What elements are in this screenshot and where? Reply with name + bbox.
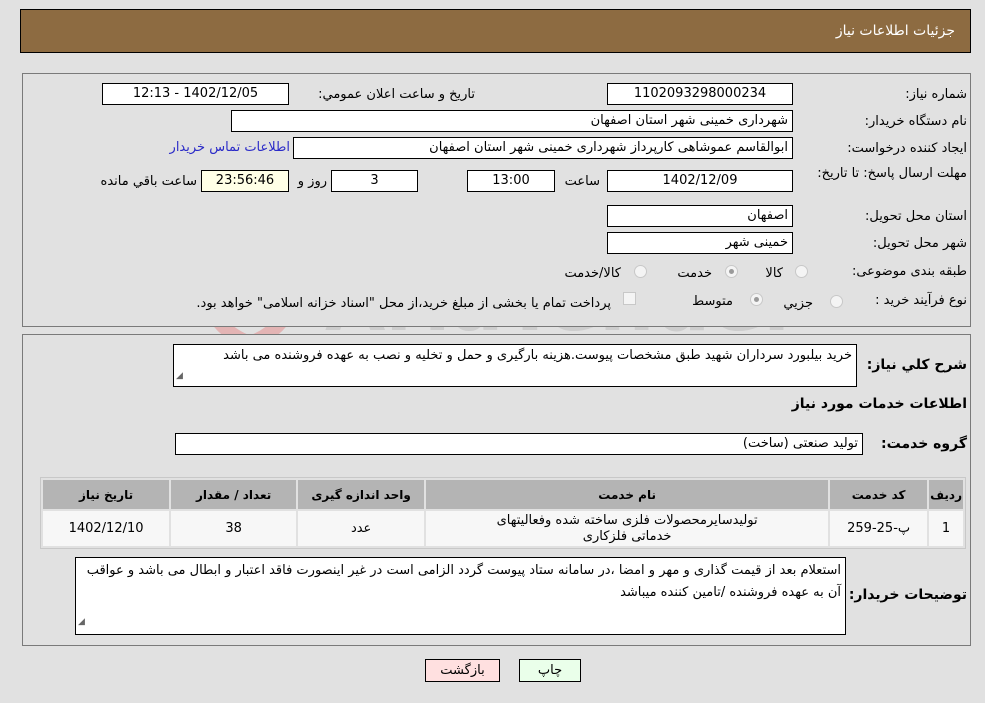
col-header-code: كد خدمت	[830, 480, 928, 509]
services-table: رديف كد خدمت نام خدمت واحد اندازه گيری ت…	[40, 477, 966, 549]
cell-code: پ-25-259	[830, 511, 928, 546]
deadline-time-label: ساعت	[564, 174, 600, 189]
services-section-title: اطلاعات خدمات مورد نياز	[791, 396, 967, 412]
cell-name: تولیدسایرمحصولات فلزی ساخته شده وفعالیته…	[426, 511, 829, 546]
col-header-date: تاريخ نياز	[43, 480, 170, 509]
deadline-date-field[interactable]: 1402/12/09	[607, 170, 793, 192]
purchase-option-minor: جزيي	[783, 296, 813, 311]
table-row: 1 پ-25-259 تولیدسایرمحصولات فلزی ساخته ش…	[43, 511, 963, 546]
buyer-org-label: نام دستگاه خريدار:	[864, 114, 967, 129]
requester-field[interactable]: ابوالقاسم عموشاهی کارپرداز شهرداری خمینی…	[293, 137, 793, 159]
back-button[interactable]: بازگشت	[425, 659, 500, 682]
resize-grip-icon[interactable]: ◢	[78, 611, 85, 633]
days-label: روز و	[297, 174, 327, 189]
buyer-notes-textarea[interactable]: استعلام بعد از قیمت گذاری و مهر و امضا ،…	[75, 557, 846, 635]
category-option-goods-service: کالا/خدمت	[564, 266, 621, 281]
buyer-notes-text: استعلام بعد از قیمت گذاری و مهر و امضا ،…	[86, 563, 841, 600]
description-label: شرح كلي نياز:	[866, 357, 967, 373]
cell-index: 1	[929, 511, 963, 546]
category-option-goods: کالا	[765, 266, 783, 281]
days-remaining-field[interactable]: 3	[331, 170, 418, 192]
category-radio-service[interactable]	[725, 265, 738, 278]
page-title: جزئیات اطلاعات نیاز	[835, 23, 955, 39]
buyer-contact-link[interactable]: اطلاعات تماس خريدار	[170, 140, 290, 155]
category-radio-goods[interactable]	[795, 265, 808, 278]
col-header-name: نام خدمت	[426, 480, 829, 509]
treasury-payment-checkbox[interactable]	[623, 292, 636, 305]
announce-datetime-label: تاريخ و ساعت اعلان عمومي:	[318, 87, 475, 102]
delivery-province-label: استان محل تحويل:	[865, 209, 967, 224]
buyer-org-field[interactable]: شهرداری خمینی شهر استان اصفهان	[231, 110, 793, 132]
cell-date: 1402/12/10	[43, 511, 170, 546]
category-radio-goods-service[interactable]	[634, 265, 647, 278]
purchase-radio-minor[interactable]	[830, 295, 843, 308]
requester-label: ايجاد كننده درخواست:	[847, 141, 967, 156]
treasury-payment-note: پرداخت تمام يا بخشی از مبلغ خريد،از محل …	[196, 296, 611, 311]
announce-datetime-field[interactable]: 1402/12/05 - 12:13	[102, 83, 289, 105]
description-text: خريد بيلبورد سرداران شهيد طبق مشخصات پيو…	[223, 348, 852, 363]
cell-unit: عدد	[298, 511, 425, 546]
category-option-service: خدمت	[677, 266, 712, 281]
time-remaining-field: 23:56:46	[201, 170, 289, 192]
delivery-province-field[interactable]: اصفهان	[607, 205, 793, 227]
page-header: جزئیات اطلاعات نیاز	[20, 9, 971, 53]
resize-grip-icon[interactable]: ◢	[176, 368, 183, 385]
deadline-label: مهلت ارسال پاسخ: تا تاريخ:	[817, 166, 967, 181]
col-header-qty: تعداد / مقدار	[171, 480, 297, 509]
purchase-option-medium: متوسط	[692, 294, 733, 309]
category-label: طبقه بندی موضوعی:	[851, 264, 967, 279]
description-textarea[interactable]: خريد بيلبورد سرداران شهيد طبق مشخصات پيو…	[173, 344, 857, 387]
col-header-unit: واحد اندازه گيری	[298, 480, 425, 509]
service-group-label: گروه خدمت:	[881, 436, 967, 452]
table-header-row: رديف كد خدمت نام خدمت واحد اندازه گيری ت…	[43, 480, 963, 509]
delivery-city-label: شهر محل تحويل:	[872, 236, 967, 251]
purchase-type-label: نوع فرآيند خريد :	[875, 293, 967, 308]
time-remaining-label: ساعت باقي مانده	[100, 174, 197, 189]
need-number-field[interactable]: 1102093298000234	[607, 83, 793, 105]
print-button[interactable]: چاپ	[519, 659, 581, 682]
purchase-radio-medium[interactable]	[750, 293, 763, 306]
deadline-time-field[interactable]: 13:00	[467, 170, 555, 192]
delivery-city-field[interactable]: خمینی شهر	[607, 232, 793, 254]
need-number-label: شماره نیاز:	[905, 87, 967, 102]
cell-qty: 38	[171, 511, 297, 546]
buyer-notes-label: توضيحات خريدار:	[848, 587, 967, 603]
col-header-index: رديف	[929, 480, 963, 509]
service-group-field[interactable]: تولید صنعتی (ساخت)	[175, 433, 863, 455]
